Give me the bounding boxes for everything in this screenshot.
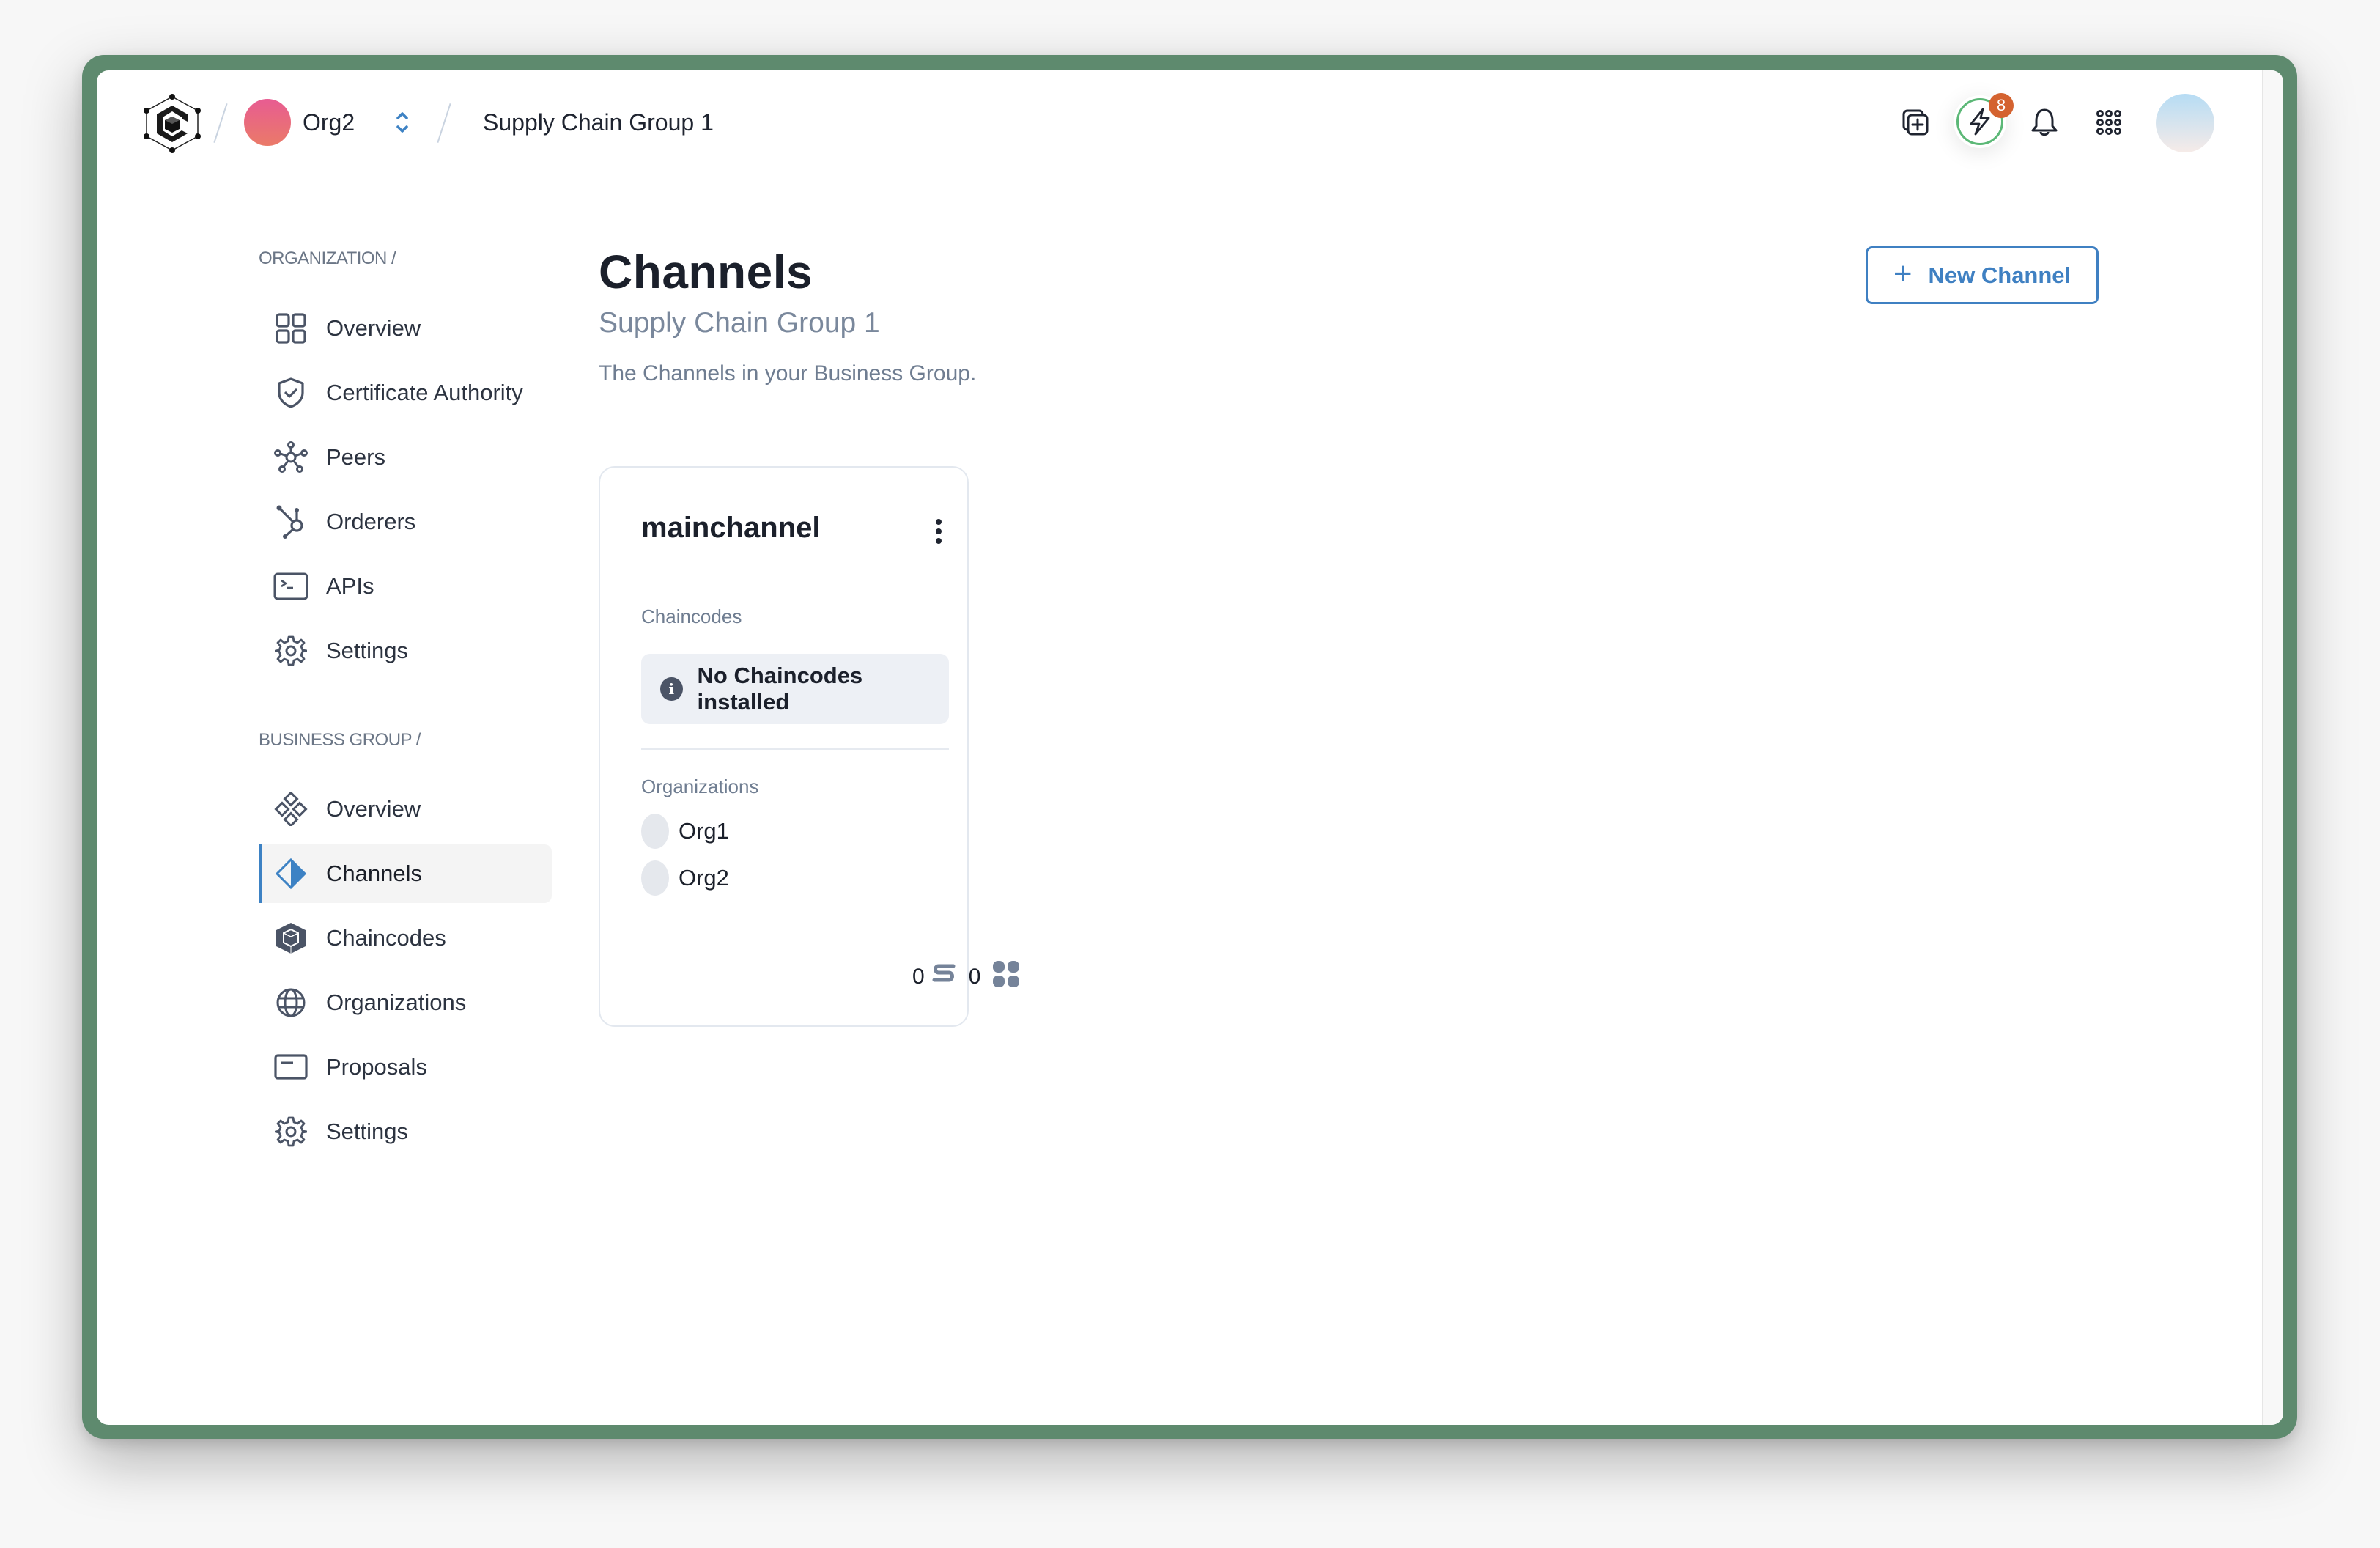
gear-icon	[273, 1114, 308, 1149]
sidebar-item-group-settings[interactable]: Settings	[259, 1102, 552, 1161]
card-icon	[273, 1050, 308, 1085]
card-divider	[641, 748, 949, 750]
org-avatar-placeholder	[641, 814, 669, 849]
transactions-count: 0	[912, 965, 925, 989]
sidebar-item-orderers[interactable]: Orderers	[259, 493, 552, 551]
org-avatar[interactable]	[244, 99, 291, 146]
sidebar-item-label: Overview	[326, 315, 421, 341]
no-chaincodes-message: No Chaincodes installed	[697, 663, 863, 715]
sidebar-item-org-settings[interactable]: Settings	[259, 622, 552, 680]
sidebar-item-apis[interactable]: APIs	[259, 557, 552, 616]
notification-count-badge: 8	[1989, 93, 2014, 118]
page-subtitle: Supply Chain Group 1	[599, 307, 880, 339]
sidebar-section-business-group: BUSINESS GROUP /	[259, 730, 421, 750]
grid-icon	[273, 311, 308, 346]
breadcrumb-separator	[437, 103, 451, 143]
organization-name: Org2	[679, 865, 729, 891]
globe-icon	[273, 985, 308, 1020]
org-switcher-chevrons-icon[interactable]	[391, 107, 413, 138]
plus-icon: +	[1893, 255, 1912, 292]
channel-card[interactable]: mainchannel Chaincodes i No Chaincodes i…	[599, 466, 1020, 1027]
channel-stats: 0 0	[912, 960, 1020, 994]
organization-list-item: Org1	[641, 814, 729, 849]
sidebar-item-channels[interactable]: Channels	[259, 844, 552, 903]
sidebar-item-label: Overview	[326, 796, 421, 822]
info-icon: i	[660, 677, 683, 701]
breadcrumb-business-group[interactable]: Supply Chain Group 1	[483, 107, 714, 138]
app-logo[interactable]	[139, 92, 205, 154]
route-icon	[931, 961, 957, 993]
breadcrumb-separator	[213, 103, 228, 143]
sidebar-item-peers[interactable]: Peers	[259, 428, 552, 487]
organization-list-item: Org2	[641, 860, 729, 896]
sidebar-item-label: Peers	[326, 444, 385, 470]
network-icon	[273, 440, 308, 475]
terminal-icon	[273, 569, 308, 604]
apps-grid-icon[interactable]	[2091, 105, 2126, 140]
sidebar-item-organizations[interactable]: Organizations	[259, 973, 552, 1032]
sidebar-item-label: APIs	[326, 573, 374, 599]
chaincodes-label: Chaincodes	[641, 605, 742, 627]
sidebar-item-label: Organizations	[326, 989, 467, 1015]
shield-check-icon	[273, 375, 308, 410]
sidebar-item-label: Proposals	[326, 1054, 427, 1080]
sidebar-item-proposals[interactable]: Proposals	[259, 1038, 552, 1096]
org-name[interactable]: Org2	[303, 107, 355, 138]
sidebar-item-label: Settings	[326, 638, 409, 663]
user-avatar[interactable]	[2156, 94, 2214, 152]
sidebar-item-label: Channels	[326, 860, 422, 886]
hexagon-cube-icon	[273, 921, 308, 956]
app-window: Org2 Supply Chain Group 1 8 ORGANIZATION…	[97, 70, 2283, 1425]
sidebar-section-organization: ORGANIZATION /	[259, 248, 396, 268]
sidebar-item-label: Chaincodes	[326, 925, 446, 951]
sidebar-item-label: Orderers	[326, 509, 416, 534]
sidebar-item-label: Settings	[326, 1118, 409, 1144]
hub-icon	[273, 504, 308, 539]
org-avatar-placeholder	[641, 860, 669, 896]
more-options-icon[interactable]	[928, 513, 950, 550]
organizations-label: Organizations	[641, 775, 759, 797]
diamonds-icon	[273, 792, 308, 827]
sidebar-item-chaincodes[interactable]: Chaincodes	[259, 909, 552, 968]
no-chaincodes-notice: i No Chaincodes installed	[641, 654, 949, 724]
blocks-icon	[992, 960, 1020, 994]
half-diamond-icon	[273, 856, 308, 891]
page-description: The Channels in your Business Group.	[599, 361, 977, 386]
organization-name: Org1	[679, 818, 729, 844]
new-channel-label: New Channel	[1928, 262, 2072, 288]
sidebar-item-label: Certificate Authority	[326, 380, 523, 405]
new-channel-button[interactable]: + New Channel	[1866, 246, 2099, 304]
gear-icon	[273, 633, 308, 668]
sidebar-item-certificate-authority[interactable]: Certificate Authority	[259, 364, 552, 422]
blocks-count: 0	[968, 965, 981, 989]
page-title: Channels	[599, 246, 813, 298]
channel-name: mainchannel	[641, 512, 821, 544]
add-square-icon[interactable]	[1898, 105, 1933, 140]
bell-icon[interactable]	[2027, 105, 2062, 140]
sidebar-item-group-overview[interactable]: Overview	[259, 780, 552, 838]
vertical-scrollbar[interactable]	[2262, 70, 2283, 1425]
sidebar-item-org-overview[interactable]: Overview	[259, 299, 552, 358]
